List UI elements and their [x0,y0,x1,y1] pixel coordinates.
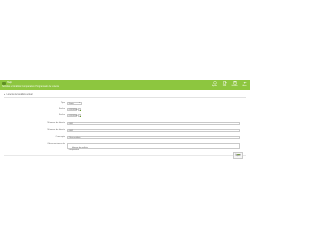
save-icon [232,81,237,85]
fecha-input-2[interactable]: 01/01/2010 [67,114,79,117]
section-title: ▸ Lotería del análisis actual [4,93,246,98]
generate-report-button[interactable]: Generar reporte [233,152,243,159]
field-label: Número de lotería [47,129,65,131]
generate-report-label: Generar reporte [235,154,241,158]
help-label: Ayuda [212,85,217,88]
loteria-input-2[interactable]: 0002 [67,129,240,132]
field-label: Observaciones de [47,143,65,145]
save-button[interactable]: Guardar [231,81,238,87]
tipo-value: Diario [68,103,74,105]
calendar-icon [79,109,81,111]
observaciones-value: Informe de análisis comparativo [68,146,88,152]
back-button[interactable]: Atras [241,81,248,87]
form-row-observaciones: Observaciones de Informe de análisis com… [0,143,250,152]
header-toolbar: Ayuda Salir Guardar Atras [211,81,248,87]
fecha-value-2: 01/01/2010 [68,115,79,117]
section-title-text: Lotería del análisis actual [6,94,33,96]
calendar-button-1[interactable] [78,108,81,111]
form-row-fecha-2: Fecha 01/01/2010 [0,114,250,117]
form-row-tipo: Tipo Diario ▼ [0,102,250,105]
calendar-button-2[interactable] [78,114,81,117]
back-icon [243,81,247,85]
exit-icon [222,81,227,85]
field-label: Fecha [58,114,65,116]
concepto-value: Oficio análisis [68,137,81,139]
exit-label: Salir [222,85,227,88]
app-name: Help [7,81,12,84]
field-label: Concepto [55,136,65,138]
tipo-select[interactable]: Diario ▼ [67,102,82,105]
calendar-icon [79,115,81,117]
fecha-input-1[interactable]: 01/01/2010 [67,108,79,111]
help-icon [212,81,217,85]
observaciones-textarea[interactable]: Informe de análisis comparativo [67,143,240,152]
app-header: Help Solicitar el Análisis Comparativo P… [0,80,250,90]
form-row-concepto: Concepto Oficio análisis [0,136,250,139]
fecha-value-1: 01/01/2010 [68,109,79,111]
concepto-input[interactable]: Oficio análisis [67,136,240,139]
loteria-value-2: 0002 [68,130,74,132]
app-logo-icon [2,81,6,85]
help-button[interactable]: Ayuda [211,81,218,87]
form-row-loteria-1: Número de lotería 0001 [0,122,250,125]
exit-button[interactable]: Salir [221,81,228,87]
chevron-down-icon: ▼ [78,103,81,104]
loteria-value-1: 0001 [68,123,74,125]
field-label: Número de lotería [47,122,65,124]
loteria-input-1[interactable]: 0001 [67,122,240,125]
form-row-loteria-2: Número de lotería 0002 [0,129,250,132]
back-label: Atras [242,85,247,88]
page-title: Solicitar el Análisis Comparativo Progra… [2,86,59,88]
save-label: Guardar [231,85,238,88]
field-label: Tipo [60,102,65,104]
form-row-fecha-1: Fecha 01/01/2010 [0,108,250,111]
field-label: Fecha [58,108,65,110]
